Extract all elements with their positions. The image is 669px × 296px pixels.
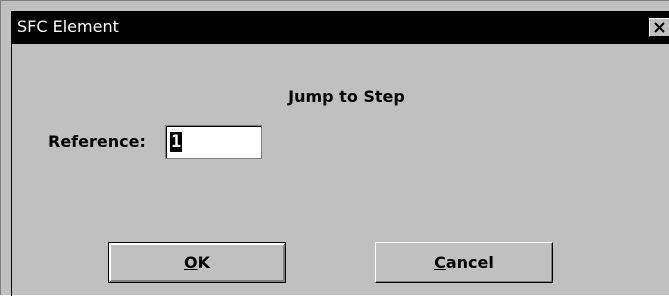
reference-label: Reference:	[48, 132, 146, 151]
title-bar[interactable]: SFC Element	[11, 11, 669, 44]
reference-input[interactable]: 1	[165, 125, 262, 159]
window-title: SFC Element	[17, 17, 119, 36]
window-frame-edge	[11, 44, 12, 296]
reference-value: 1	[170, 132, 183, 152]
cancel-button-label: Cancel	[434, 253, 494, 272]
ok-mnemonic: O	[183, 253, 198, 272]
dialog-heading: Jump to Step	[288, 87, 405, 106]
close-button[interactable]	[649, 18, 669, 37]
ok-button[interactable]: OK	[108, 242, 286, 283]
cancel-button[interactable]: Cancel	[375, 242, 553, 283]
dialog-window: SFC Element Jump to Step Reference: 1 OK…	[0, 0, 669, 296]
cancel-label-rest: ancel	[445, 253, 494, 272]
close-icon	[654, 22, 665, 33]
ok-button-label: OK	[184, 253, 210, 272]
cancel-mnemonic: C	[434, 253, 446, 272]
ok-label-rest: K	[197, 253, 210, 272]
